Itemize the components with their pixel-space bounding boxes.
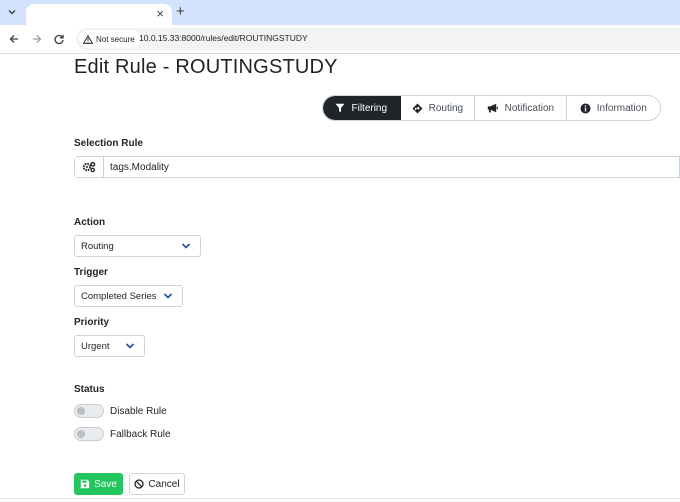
selection-rule-group xyxy=(74,156,680,178)
tab-notification-label: Notification xyxy=(504,102,555,114)
disable-rule-label: Disable Rule xyxy=(110,405,167,417)
trigger-select[interactable]: Completed Series xyxy=(74,285,183,307)
status-label: Status xyxy=(74,384,105,395)
info-icon xyxy=(580,103,591,113)
action-select[interactable]: Routing xyxy=(74,235,201,257)
priority-select[interactable]: Urgent xyxy=(74,335,145,357)
cancel-button-label: Cancel xyxy=(148,478,180,490)
new-tab-icon[interactable]: + xyxy=(176,4,185,20)
chevron-down-icon xyxy=(125,343,135,349)
tab-search-chevron-icon[interactable] xyxy=(4,4,20,20)
priority-label: Priority xyxy=(74,317,110,328)
fallback-rule-label: Fallback Rule xyxy=(110,428,171,440)
toggle-knob xyxy=(77,407,85,415)
action-label: Action xyxy=(74,217,106,228)
diamond-arrow-icon xyxy=(412,103,423,113)
browser-tabstrip: × + xyxy=(0,0,680,25)
disable-rule-row: Disable Rule xyxy=(74,404,167,418)
save-button-label: Save xyxy=(94,478,117,490)
address-bar[interactable]: Not secure 10.0.15.33:8000/rules/edit/RO… xyxy=(76,28,680,50)
tab-routing[interactable]: Routing xyxy=(401,96,476,120)
chevron-down-icon xyxy=(181,243,191,249)
tab-filtering[interactable]: Filtering xyxy=(323,96,401,120)
tab-notification[interactable]: Notification xyxy=(475,96,567,120)
trigger-label: Trigger xyxy=(74,267,108,278)
security-chip[interactable]: Not secure xyxy=(79,30,141,48)
gears-icon xyxy=(75,157,104,177)
disable-rule-toggle[interactable] xyxy=(74,404,104,418)
cancel-button[interactable]: Cancel xyxy=(129,473,185,495)
page-title: Edit Rule - ROUTINGSTUDY xyxy=(74,56,338,78)
page-bottom-divider xyxy=(0,498,680,499)
tab-routing-label: Routing xyxy=(428,102,464,114)
back-arrow-icon[interactable] xyxy=(7,32,21,46)
warning-triangle-icon xyxy=(83,34,93,44)
browser-tab[interactable]: × xyxy=(26,4,172,25)
tab-filtering-label: Filtering xyxy=(351,102,388,114)
rule-section-tabs: Filtering Routing Notification Informati… xyxy=(322,95,661,121)
selection-rule-label: Selection Rule xyxy=(74,138,143,149)
chevron-down-icon xyxy=(163,293,173,299)
tab-information-label: Information xyxy=(596,102,647,114)
security-chip-label: Not secure xyxy=(96,34,135,44)
tab-close-icon[interactable]: × xyxy=(156,7,164,21)
save-button[interactable]: Save xyxy=(74,473,123,495)
selection-rule-input[interactable] xyxy=(104,157,679,177)
fallback-rule-toggle[interactable] xyxy=(74,427,104,441)
tab-information[interactable]: Information xyxy=(567,96,660,120)
fallback-rule-row: Fallback Rule xyxy=(74,427,171,441)
forward-arrow-icon[interactable] xyxy=(30,32,44,46)
priority-select-value: Urgent xyxy=(81,340,110,352)
megaphone-icon xyxy=(487,103,498,113)
reload-icon[interactable] xyxy=(52,32,66,46)
ban-icon xyxy=(134,479,145,489)
action-select-value: Routing xyxy=(81,240,114,252)
toggle-knob xyxy=(77,430,85,438)
trigger-select-value: Completed Series xyxy=(81,290,157,302)
browser-toolbar: Not secure 10.0.15.33:8000/rules/edit/RO… xyxy=(0,25,680,54)
floppy-disk-icon xyxy=(80,479,90,489)
url-text: 10.0.15.33:8000/rules/edit/ROUTINGSTUDY xyxy=(139,33,308,43)
filter-icon xyxy=(335,103,345,113)
